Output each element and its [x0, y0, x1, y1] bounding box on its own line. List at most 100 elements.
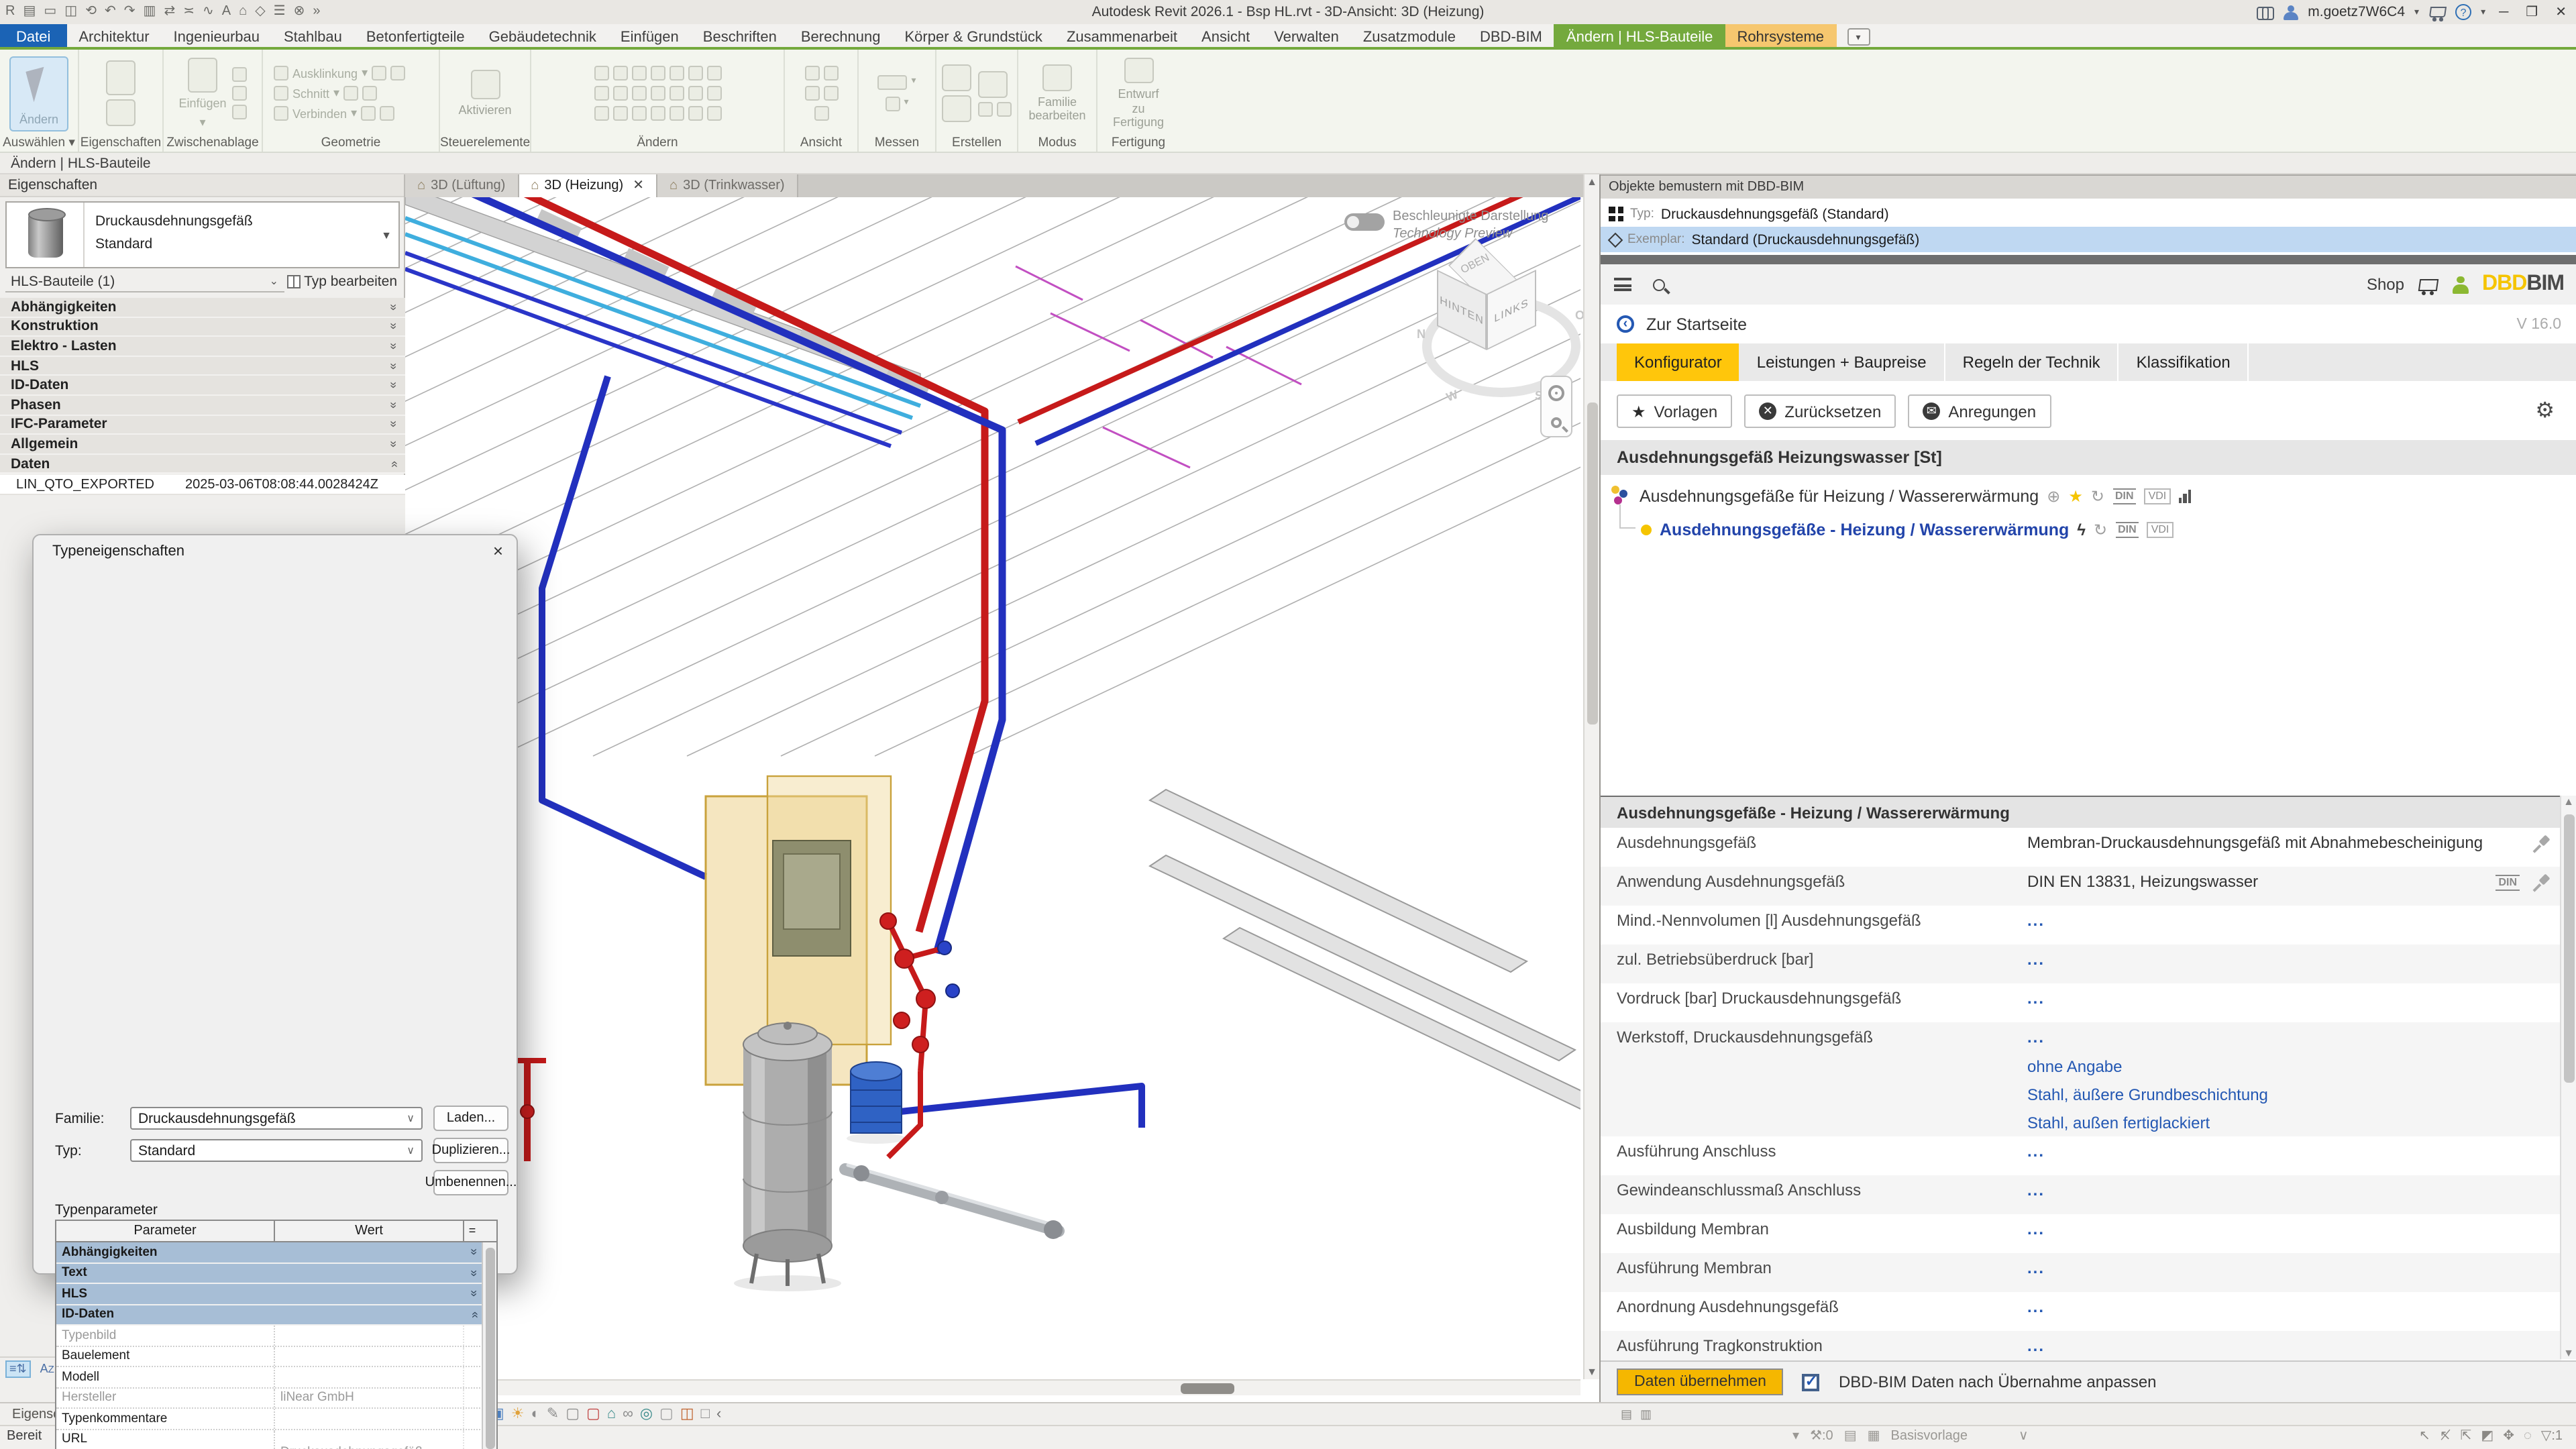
type-parameter-row[interactable]: Typenbild	[56, 1326, 496, 1346]
parameter-value[interactable]: ...	[2027, 1336, 2561, 1355]
qat-icon[interactable]: ↷	[124, 0, 136, 24]
vorlagen-button[interactable]: ★Vorlagen	[1617, 394, 1732, 428]
chevron-icon[interactable]: ∨	[2019, 1429, 2029, 1444]
steering-wheel-icon[interactable]	[1548, 385, 1564, 401]
dbd-parameter-row[interactable]: Mind.-Nennvolumen [l] Ausdehnungsgefäß .…	[1601, 906, 2561, 945]
dbd-typ-row[interactable]: Typ: Druckausdehnungsgefäß (Standard)	[1601, 201, 2576, 227]
modify-button[interactable]: Ändern	[9, 56, 68, 131]
drag-on-selection-icon[interactable]: ✥	[2503, 1429, 2514, 1444]
qat-icon[interactable]: ◫	[64, 0, 77, 24]
dbd-parameter-row[interactable]: Ausführung Membran ... DIN	[1601, 1253, 2561, 1292]
dbd-parameter-row[interactable]: Ausführung Anschluss ... DIN	[1601, 1136, 2561, 1175]
drawing-area[interactable]: ⌂ 3D (Lüftung) ⌂ 3D (Heizung) ✕ ⌂ 3D (Tr…	[405, 174, 1599, 1402]
design-to-fabrication-button[interactable]: Entwurf zu Fertigung	[1109, 56, 1168, 131]
selection-visibility-icon[interactable]: ▢	[659, 1403, 674, 1426]
chevron-icon[interactable]: ▾	[1792, 1429, 1799, 1444]
qat-icon[interactable]: ⌂	[239, 0, 247, 24]
history-icon[interactable]: ↻	[2091, 486, 2104, 505]
type-parameter-row[interactable]: Bauelement	[56, 1346, 496, 1367]
parameter-value[interactable]: ...	[2027, 989, 2561, 1008]
shop-link[interactable]: Shop	[2367, 275, 2404, 294]
parameter-value[interactable]: ...	[2027, 1258, 2561, 1277]
dbd-tab[interactable]: Regeln der Technik	[1945, 343, 2119, 381]
vdi-badge[interactable]: VDI	[2147, 522, 2174, 538]
dbd-parameter-row[interactable]: Ausbildung Membran ... DIN	[1601, 1214, 2561, 1253]
parameter-value[interactable]: ...	[2027, 1028, 2561, 1046]
property-category-row[interactable]: Daten»	[0, 455, 405, 474]
qat-icon[interactable]: ☰	[274, 0, 286, 24]
help-icon[interactable]: ?	[2455, 4, 2471, 20]
property-category-row[interactable]: Phasen»	[0, 396, 405, 415]
parameter-value[interactable]: ...	[2027, 950, 2561, 969]
werkstoff-option[interactable]: ohne Angabe	[2027, 1057, 2561, 1076]
qat-icon[interactable]: ⊗	[294, 0, 305, 24]
pin-icon[interactable]	[2533, 875, 2551, 892]
properties-palette-icon[interactable]	[106, 99, 136, 126]
type-selector[interactable]: DruckausdehnungsgefäßStandard ▼	[5, 201, 400, 268]
parameter-value[interactable]: ...	[2027, 1181, 2561, 1199]
dbd-tab[interactable]: Klassifikation	[2119, 343, 2249, 381]
din-badge[interactable]: DIN	[2112, 488, 2137, 504]
qat-icon[interactable]: ↶	[105, 0, 116, 24]
parameter-value[interactable]: ...	[2027, 1220, 2561, 1238]
parameter-value[interactable]: ...	[2027, 1297, 2561, 1316]
zuruecksetzen-button[interactable]: ✕Zurücksetzen	[1744, 394, 1896, 428]
join-geometry-menu[interactable]: Verbinden▾	[274, 106, 394, 121]
ribbon-tab-rohrsysteme[interactable]: Rohrsysteme	[1725, 24, 1836, 50]
user-name[interactable]: m.goetz7W6C4	[2308, 4, 2405, 20]
ribbon-tab[interactable]: Verwalten	[1262, 24, 1351, 50]
scrollbar-thumb[interactable]	[1181, 1383, 1234, 1394]
restore-button[interactable]: ❐	[2522, 5, 2542, 19]
ribbon-tab[interactable]: Einfügen	[608, 24, 691, 50]
type-selector-caret-icon[interactable]: ▼	[381, 229, 392, 241]
back-icon[interactable]: ‹	[1617, 315, 1634, 333]
sort-default-icon[interactable]: ≡⇅	[5, 1360, 31, 1377]
match-properties-icon[interactable]	[232, 105, 247, 119]
ribbon-tab[interactable]: Stahlbau	[272, 24, 354, 50]
property-category-row[interactable]: Konstruktion»	[0, 317, 405, 337]
select-pinned-icon[interactable]: ⇱	[2461, 1429, 2472, 1444]
qat-icon[interactable]: ▤	[23, 0, 36, 24]
qat-icon[interactable]: ⟲	[85, 0, 97, 24]
properties-header[interactable]: Eigenschaften	[0, 174, 404, 197]
store-cart-icon[interactable]	[2428, 5, 2446, 19]
zoom-icon[interactable]	[1551, 417, 1562, 428]
property-category-row[interactable]: ID-Daten»	[0, 376, 405, 396]
ribbon-tab[interactable]: Zusatzmodule	[1351, 24, 1468, 50]
type-parameter-row[interactable]: Hersteller liNear GmbH	[56, 1388, 496, 1409]
section-box-icon[interactable]: □	[701, 1403, 710, 1426]
file-tab[interactable]: Datei	[0, 24, 66, 50]
edit-type-button[interactable]: Typ bearbeiten	[284, 274, 400, 290]
dashed-circle-icon[interactable]: ◌	[2524, 1429, 2532, 1444]
dbd-panel-title[interactable]: Objekte bemustern mit DBD-BIM	[1601, 174, 2576, 199]
sun-settings-icon[interactable]: ☀	[511, 1403, 525, 1426]
property-row[interactable]: LIN_QTO_EXPORTED 2025-03-06T08:08:44.002…	[0, 475, 405, 495]
view-tab[interactable]: ⌂ 3D (Heizung) ✕	[519, 174, 657, 197]
dbd-parameter-row[interactable]: Ausdehnungsgefäß Membran-Druckausdehnung…	[1601, 828, 2561, 867]
design-options-icon[interactable]: ▦	[1868, 1429, 1880, 1444]
ribbon-tab[interactable]: Körper & Grundstück	[893, 24, 1055, 50]
qat-icon[interactable]: R	[5, 0, 15, 24]
help-caret-icon[interactable]: ▾	[2481, 7, 2485, 17]
history-icon[interactable]: ↻	[2094, 521, 2107, 539]
dbd-parameter-row[interactable]: Anordnung Ausdehnungsgefäß ... DIN	[1601, 1292, 2561, 1331]
close-button[interactable]: ✕	[2551, 5, 2571, 19]
anregungen-button[interactable]: ✉Anregungen	[1908, 394, 2051, 428]
type-parameter-row[interactable]: Typenkommentare	[56, 1409, 496, 1430]
din-badge[interactable]: DIN	[2115, 522, 2139, 538]
dbd-parameter-row[interactable]: Werkstoff, Druckausdehnungsgefäß ... ohn…	[1601, 1022, 2561, 1136]
qat-icon[interactable]: ◇	[255, 0, 265, 24]
type-parameter-row[interactable]: Text	[56, 1263, 496, 1284]
dbd-parameter-row[interactable]: Gewindeanschlussmaß Anschluss ... DIN	[1601, 1175, 2561, 1214]
parameter-value[interactable]: ...	[2027, 911, 2561, 930]
cut-geometry-menu[interactable]: Schnitt▾	[274, 86, 377, 101]
ribbon-tab[interactable]: Ansicht	[1189, 24, 1262, 50]
settings-gear-icon[interactable]: ⚙	[2535, 397, 2555, 424]
dbd-tab[interactable]: Leistungen + Baupreise	[1739, 343, 1945, 381]
qat-icon[interactable]: ⇄	[164, 0, 175, 24]
view-tab-close-icon[interactable]: ✕	[633, 178, 644, 193]
werkstoff-option[interactable]: Stahl, äußere Grundbeschichtung	[2027, 1085, 2561, 1104]
locked-3d-view-icon[interactable]: ⌂	[607, 1403, 616, 1426]
ribbon-tab[interactable]: Betonfertigteile	[354, 24, 477, 50]
cut-icon[interactable]	[232, 67, 247, 82]
